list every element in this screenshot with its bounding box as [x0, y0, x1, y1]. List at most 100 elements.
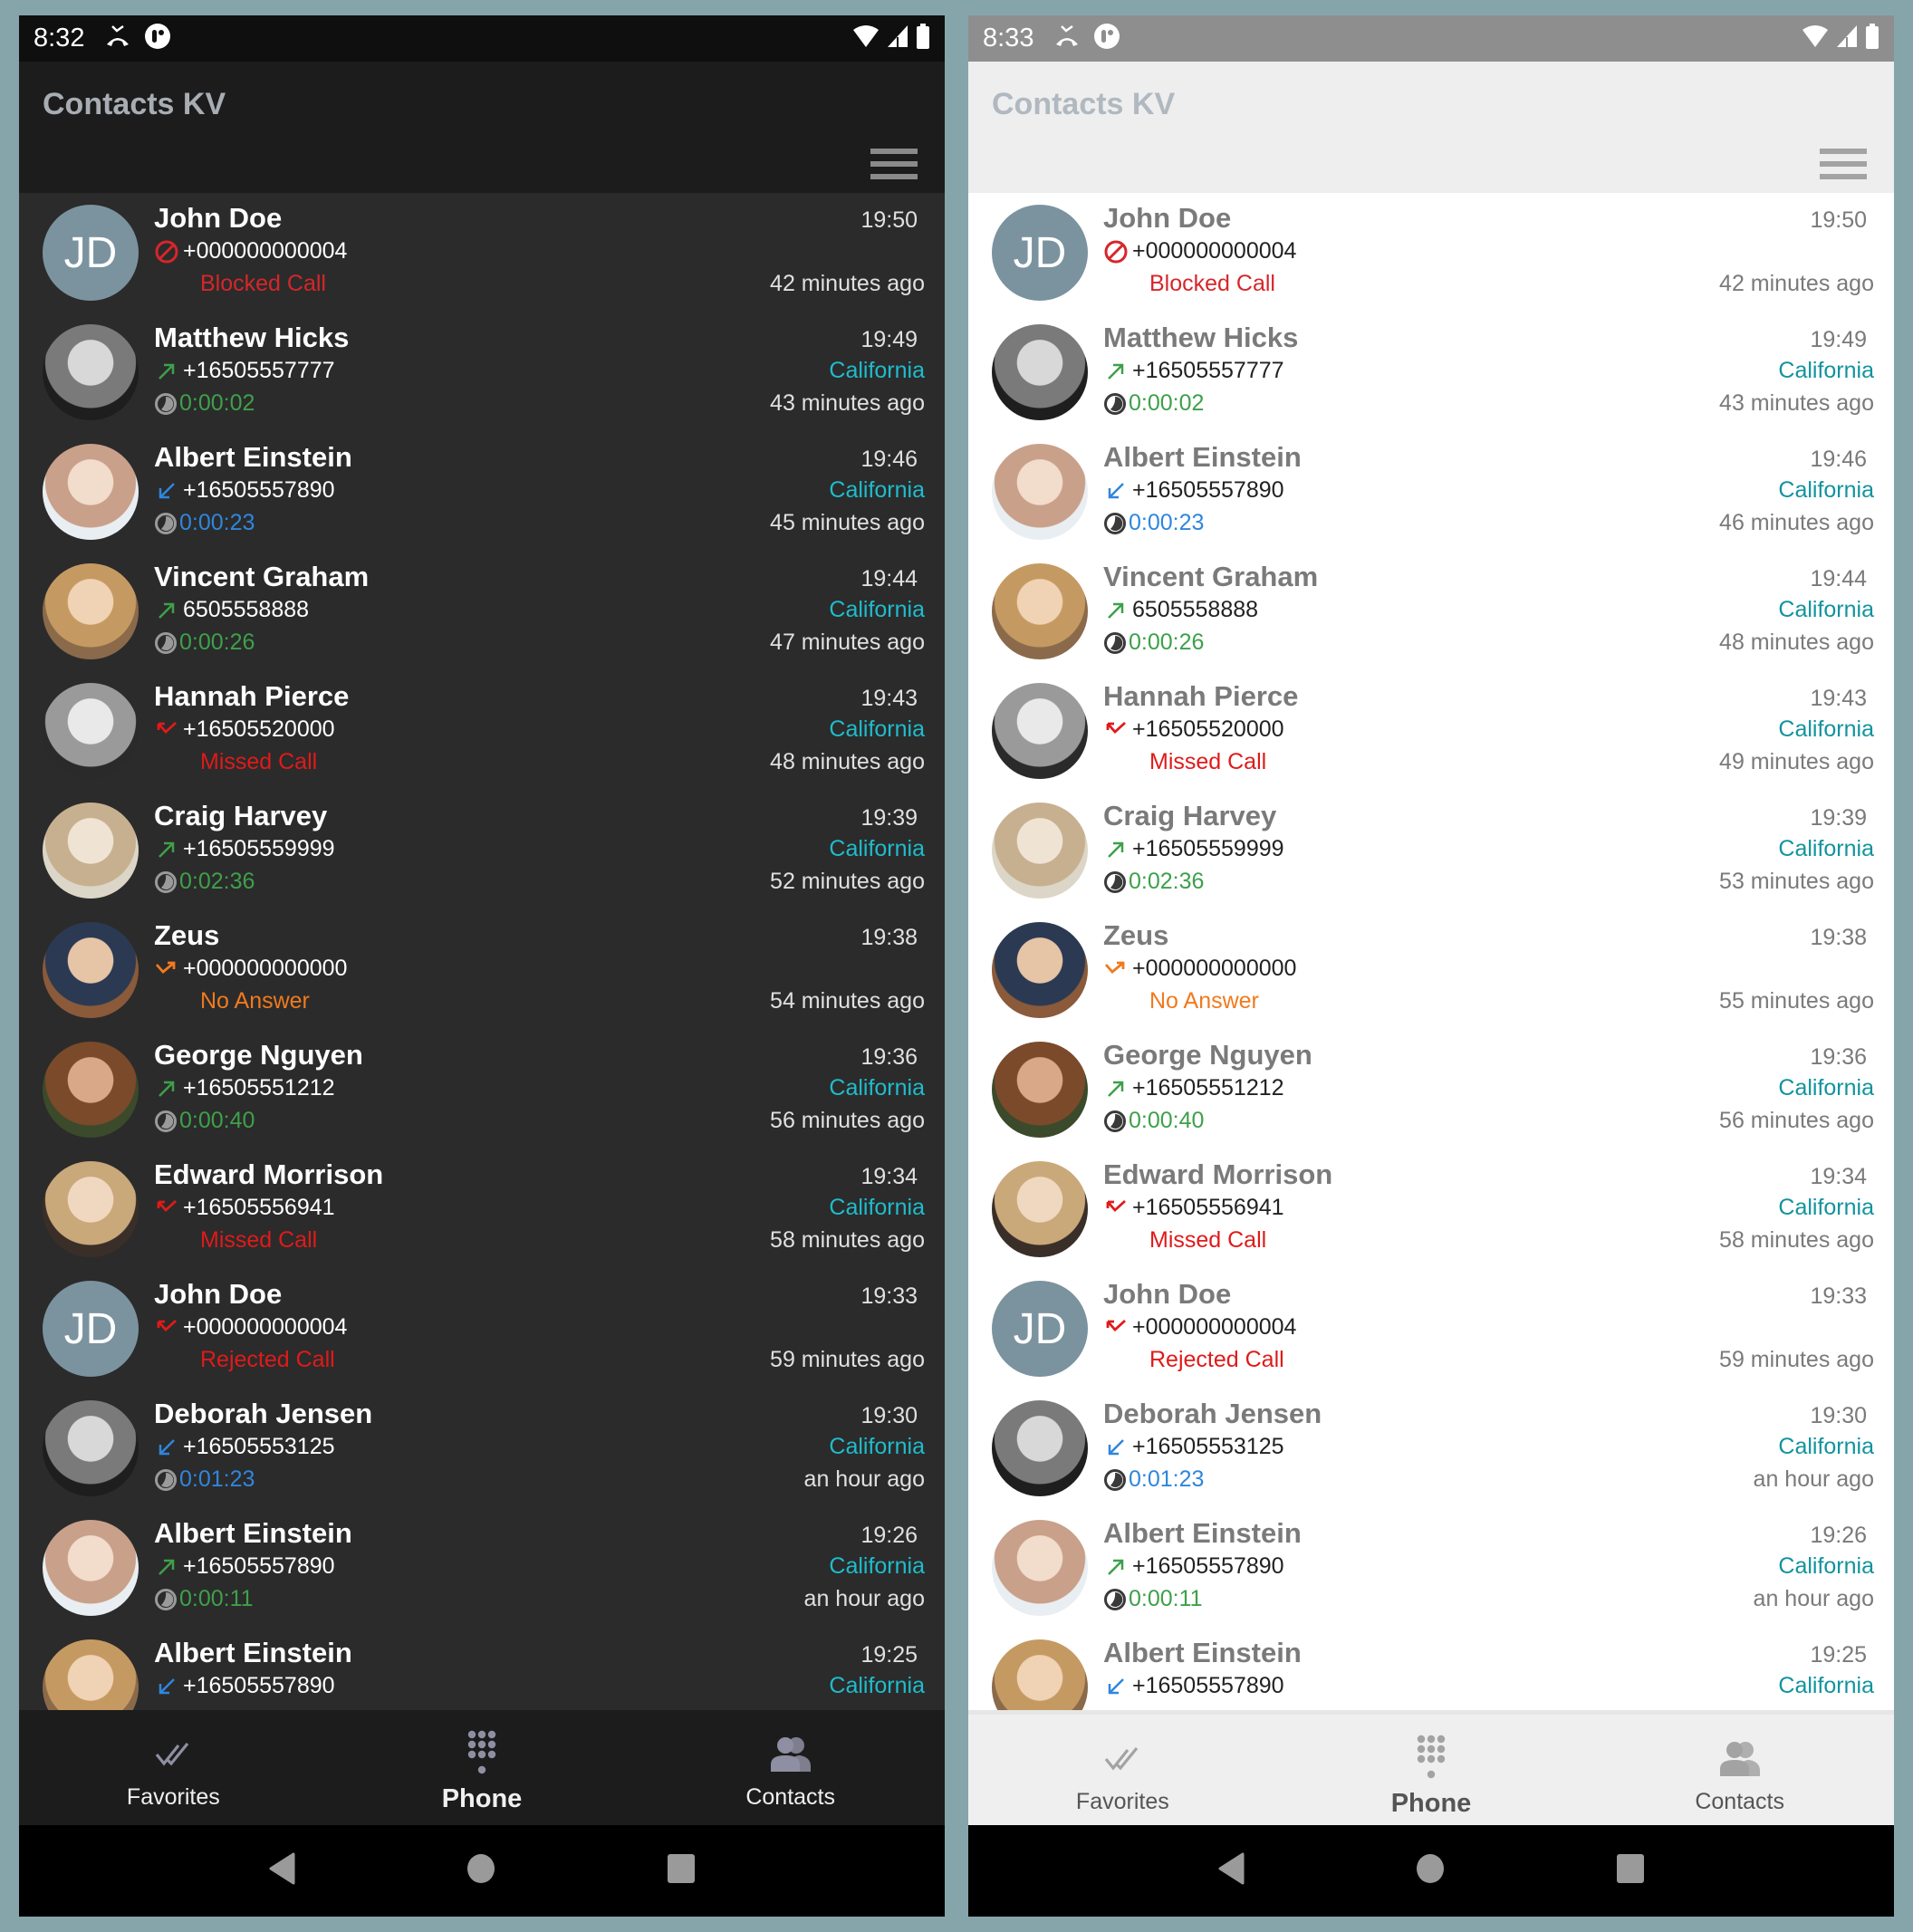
call-log-row[interactable]: George Nguyen +16505551212 0:00:40 19:36…: [19, 1030, 945, 1149]
call-log-row[interactable]: Albert Einstein +16505557890 19:25 Calif…: [19, 1628, 945, 1710]
contact-avatar[interactable]: [992, 324, 1088, 420]
contact-avatar[interactable]: [992, 803, 1088, 899]
contact-name: Hannah Pierce: [1103, 680, 1299, 712]
duration-timer-icon: [155, 512, 177, 534]
call-log-row[interactable]: Matthew Hicks +16505557777 0:00:02 19:49…: [19, 312, 945, 432]
call-log-row[interactable]: Albert Einstein +16505557890 19:25 Calif…: [968, 1628, 1894, 1710]
contact-avatar[interactable]: [992, 922, 1088, 1018]
contact-avatar[interactable]: [992, 444, 1088, 540]
call-log-row[interactable]: Hannah Pierce +16505520000 Missed Call 1…: [19, 671, 945, 791]
nav-tab-label: Phone: [441, 1784, 523, 1813]
phone-number: +16505557890: [183, 477, 335, 503]
call-log-row[interactable]: Craig Harvey +16505559999 0:02:36 19:39 …: [968, 791, 1894, 910]
call-log-row[interactable]: JD John Doe +000000000004 Rejected Call …: [19, 1269, 945, 1389]
contact-avatar[interactable]: JD: [992, 205, 1088, 301]
call-log-row[interactable]: JD John Doe +000000000004 Rejected Call …: [968, 1269, 1894, 1389]
app-notification-icon: [144, 23, 171, 54]
phone-number-line: +000000000004: [1103, 1314, 1296, 1341]
recents-button[interactable]: [667, 1853, 696, 1889]
back-button[interactable]: [268, 1852, 295, 1889]
duration-timer-icon: [1104, 392, 1126, 415]
nav-tab-favorites[interactable]: Favorites: [968, 1715, 1277, 1825]
contact-avatar[interactable]: [43, 922, 139, 1018]
outgoing-call-icon: [154, 1554, 179, 1580]
menu-button[interactable]: [1820, 149, 1867, 183]
contact-avatar[interactable]: JD: [43, 205, 139, 301]
phone-screen-light: 8:33 Contacts KV JD John Doe +0000000000…: [968, 15, 1894, 1917]
call-log-row[interactable]: Edward Morrison +16505556941 Missed Call…: [19, 1149, 945, 1269]
call-relative-time: 59 minutes ago: [1719, 1347, 1874, 1372]
contact-avatar[interactable]: [43, 563, 139, 659]
contact-avatar[interactable]: [992, 1161, 1088, 1257]
recents-button[interactable]: [1616, 1853, 1645, 1889]
nav-tab-favorites[interactable]: Favorites: [19, 1710, 328, 1825]
call-log-row[interactable]: Albert Einstein +16505557890 0:00:23 19:…: [968, 432, 1894, 552]
nav-tab-contacts[interactable]: Contacts: [1585, 1715, 1894, 1825]
incoming-call-icon: [1103, 1435, 1129, 1460]
contact-avatar[interactable]: [43, 1042, 139, 1138]
call-relative-time: 48 minutes ago: [770, 749, 925, 774]
contact-avatar[interactable]: [43, 444, 139, 540]
call-duration: 0:02:36: [1103, 869, 1204, 895]
contact-avatar[interactable]: [43, 1639, 139, 1710]
call-log-row[interactable]: Albert Einstein +16505557890 0:00:11 19:…: [19, 1508, 945, 1628]
contact-avatar[interactable]: [43, 1520, 139, 1616]
call-status-label: Missed Call: [1149, 749, 1267, 774]
call-log-row[interactable]: Albert Einstein +16505557890 0:00:11 19:…: [968, 1508, 1894, 1628]
app-notification-icon: [1093, 23, 1120, 54]
call-log-list[interactable]: JD John Doe +000000000004 Blocked Call 1…: [19, 193, 945, 1710]
contact-avatar[interactable]: [992, 1042, 1088, 1138]
call-log-row[interactable]: Albert Einstein +16505557890 0:00:23 19:…: [19, 432, 945, 552]
back-button[interactable]: [1217, 1852, 1245, 1889]
call-log-row[interactable]: Zeus +000000000000 No Answer 19:38 55 mi…: [968, 910, 1894, 1030]
contact-avatar[interactable]: [992, 1400, 1088, 1496]
contact-avatar[interactable]: [992, 1520, 1088, 1616]
contact-avatar[interactable]: [992, 1639, 1088, 1710]
contact-avatar[interactable]: [43, 324, 139, 420]
call-log-row[interactable]: Craig Harvey +16505559999 0:02:36 19:39 …: [19, 791, 945, 910]
call-log-row[interactable]: Matthew Hicks +16505557777 0:00:02 19:49…: [968, 312, 1894, 432]
contact-avatar[interactable]: [43, 683, 139, 779]
contact-avatar[interactable]: [43, 1161, 139, 1257]
call-log-row[interactable]: JD John Doe +000000000004 Blocked Call 1…: [19, 193, 945, 312]
contact-avatar[interactable]: JD: [992, 1281, 1088, 1377]
call-relative-time: 58 minutes ago: [770, 1227, 925, 1253]
call-duration: 0:00:02: [154, 390, 255, 417]
call-log-row[interactable]: Zeus +000000000000 No Answer 19:38 54 mi…: [19, 910, 945, 1030]
call-time: 19:43: [1810, 686, 1867, 711]
nav-tab-phone[interactable]: Phone: [328, 1710, 637, 1825]
menu-button[interactable]: [870, 149, 918, 183]
double-check-icon: [1104, 1735, 1140, 1782]
contact-name: Albert Einstein: [154, 1517, 352, 1549]
call-region: California: [1778, 1434, 1874, 1459]
contact-avatar[interactable]: [992, 563, 1088, 659]
call-log-row[interactable]: Vincent Graham 6505558888 0:00:26 19:44 …: [968, 552, 1894, 671]
call-relative-time: 58 minutes ago: [1719, 1227, 1874, 1253]
call-time: 19:46: [1810, 447, 1867, 472]
double-check-icon: [155, 1730, 191, 1777]
contact-avatar[interactable]: [992, 683, 1088, 779]
call-log-row[interactable]: Vincent Graham 6505558888 0:00:26 19:44 …: [19, 552, 945, 671]
home-button[interactable]: [1416, 1853, 1445, 1889]
nav-tab-phone[interactable]: Phone: [1277, 1715, 1586, 1825]
contact-name: John Doe: [1103, 1278, 1232, 1310]
call-log-row[interactable]: Deborah Jensen +16505553125 0:01:23 19:3…: [968, 1389, 1894, 1508]
call-log-row[interactable]: Edward Morrison +16505556941 Missed Call…: [968, 1149, 1894, 1269]
home-button[interactable]: [466, 1853, 495, 1889]
call-log-row[interactable]: Deborah Jensen +16505553125 0:01:23 19:3…: [19, 1389, 945, 1508]
call-status: Missed Call: [1149, 1227, 1266, 1254]
call-log-list[interactable]: JD John Doe +000000000004 Blocked Call 1…: [968, 193, 1894, 1710]
call-log-row[interactable]: Hannah Pierce +16505520000 Missed Call 1…: [968, 671, 1894, 791]
call-duration-value: 0:00:23: [1129, 510, 1205, 535]
call-time: 19:25: [860, 1642, 918, 1668]
call-log-row[interactable]: George Nguyen +16505551212 0:00:40 19:36…: [968, 1030, 1894, 1149]
call-log-row[interactable]: JD John Doe +000000000004 Blocked Call 1…: [968, 193, 1894, 312]
call-region: California: [829, 1195, 925, 1220]
call-region: California: [829, 1673, 925, 1698]
contact-avatar[interactable]: [43, 803, 139, 899]
status-time: 8:32: [34, 24, 85, 53]
contact-avatar[interactable]: [43, 1400, 139, 1496]
battery-icon: [1865, 24, 1879, 53]
nav-tab-contacts[interactable]: Contacts: [636, 1710, 945, 1825]
contact-avatar[interactable]: JD: [43, 1281, 139, 1377]
